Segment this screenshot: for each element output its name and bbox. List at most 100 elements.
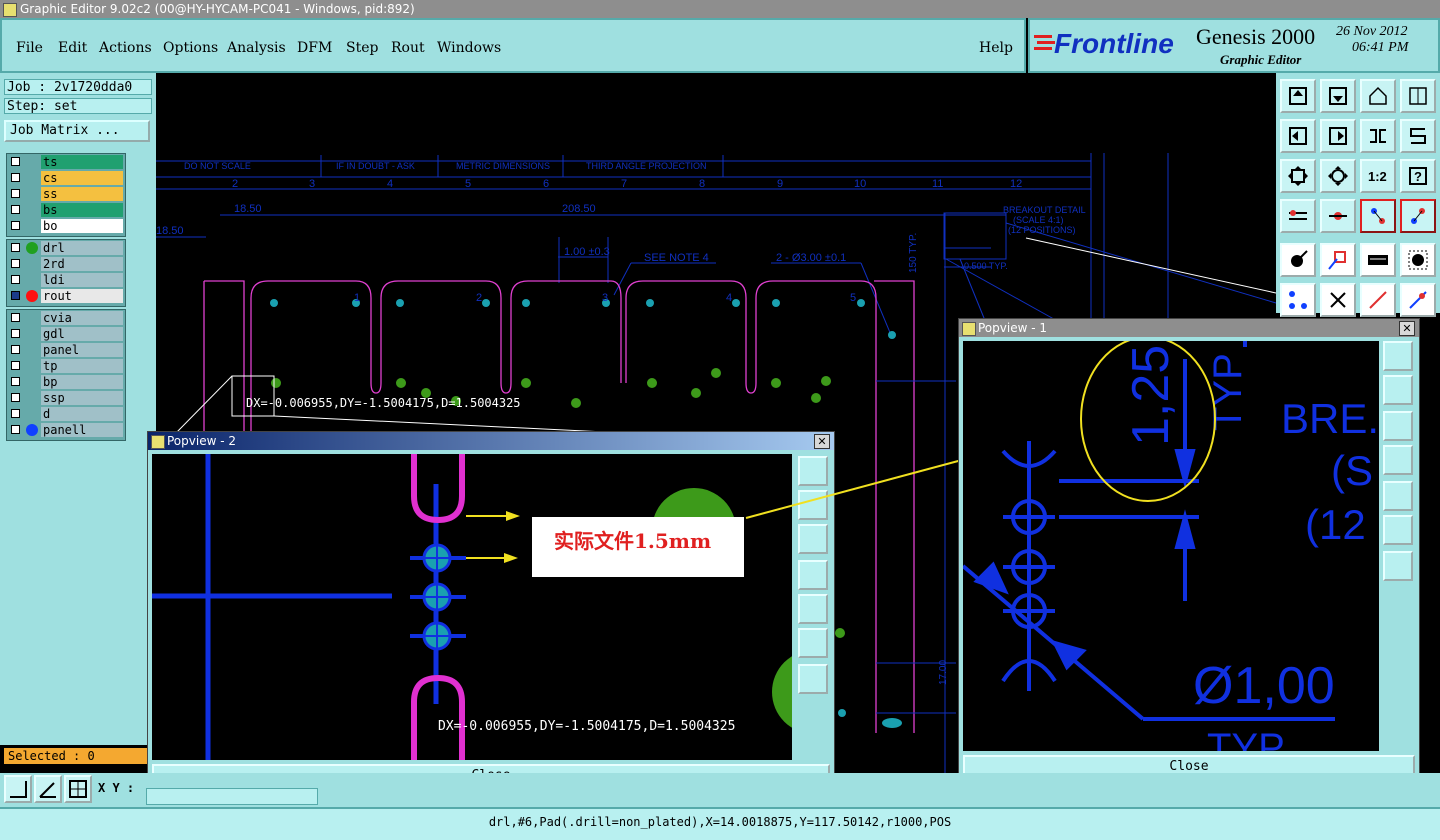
layer-row-bs[interactable]: bs xyxy=(7,202,125,218)
menu-dfm[interactable]: DFM xyxy=(297,40,332,56)
layer-name[interactable]: d xyxy=(41,407,123,421)
tool-select-pad-button[interactable] xyxy=(1400,243,1436,277)
layer-row-tp[interactable]: tp xyxy=(7,358,125,374)
popview-1-right-button[interactable] xyxy=(1383,481,1413,511)
layer-row-cvia[interactable]: cvia xyxy=(7,310,125,326)
layer-row-2rd[interactable]: 2rd xyxy=(7,256,125,272)
popview-1-window[interactable]: Popview - 1 ✕ 1,25 TYP BRE. (S (12 Ø1,00… xyxy=(958,318,1420,786)
layer-checkbox[interactable] xyxy=(11,173,20,182)
layer-checkbox[interactable] xyxy=(11,189,20,198)
layer-name[interactable]: ss xyxy=(41,187,123,201)
layer-checkbox[interactable] xyxy=(11,377,20,386)
popview-1-fit-button[interactable] xyxy=(1383,515,1413,545)
menu-analysis[interactable]: Analysis xyxy=(227,40,286,56)
popview-1-zoom-button[interactable] xyxy=(1383,341,1413,371)
layer-checkbox[interactable] xyxy=(11,425,20,434)
layer-row-bp[interactable]: bp xyxy=(7,374,125,390)
layer-row-gdl[interactable]: gdl xyxy=(7,326,125,342)
layer-checkbox[interactable] xyxy=(11,221,20,230)
layer-name[interactable]: panell xyxy=(41,423,123,437)
popview-2-center-button[interactable] xyxy=(798,664,828,694)
menu-actions[interactable]: Actions xyxy=(99,40,152,56)
popview-1-center-button[interactable] xyxy=(1383,551,1413,581)
tool-connect-alt-button[interactable] xyxy=(1400,199,1436,233)
tool-pan-right-button[interactable] xyxy=(1320,119,1356,153)
popview-1-up-button[interactable] xyxy=(1383,375,1413,405)
layer-row-ts[interactable]: ts xyxy=(7,154,125,170)
angle-toggle-button[interactable] xyxy=(34,775,62,803)
layer-checkbox[interactable] xyxy=(11,205,20,214)
popview-1-canvas[interactable]: 1,25 TYP BRE. (S (12 Ø1,00 TYP xyxy=(963,341,1379,751)
tool-page-up-button[interactable] xyxy=(1280,79,1316,113)
tool-route-button[interactable] xyxy=(1280,283,1316,317)
tool-home-button[interactable] xyxy=(1360,79,1396,113)
menu-rout[interactable]: Rout xyxy=(391,40,425,56)
menu-edit[interactable]: Edit xyxy=(58,40,87,56)
popview-2-down-button[interactable] xyxy=(798,524,828,554)
popview-1-left-button[interactable] xyxy=(1383,445,1413,475)
layer-checkbox[interactable] xyxy=(11,409,20,418)
popview-1-down-button[interactable] xyxy=(1383,411,1413,441)
layer-name[interactable]: bp xyxy=(41,375,123,389)
tool-wrench-button[interactable] xyxy=(1280,199,1316,233)
tool-add-pad-button[interactable] xyxy=(1280,243,1316,277)
tool-mirror-button[interactable] xyxy=(1360,119,1396,153)
close-icon[interactable]: ✕ xyxy=(1399,321,1415,336)
menu-options[interactable]: Options xyxy=(163,40,218,56)
tool-help-button[interactable]: ? xyxy=(1400,159,1436,193)
layer-checkbox[interactable] xyxy=(11,259,20,268)
tool-zoom-fit-button[interactable] xyxy=(1280,159,1316,193)
popview-2-fit-button[interactable] xyxy=(798,628,828,658)
layer-checkbox[interactable] xyxy=(11,291,20,300)
popview-2-window[interactable]: Popview - 2 ✕ DX=-0.006955,DY=-1.5004175… xyxy=(147,431,835,793)
tool-line-button[interactable] xyxy=(1360,283,1396,317)
layer-name[interactable]: cvia xyxy=(41,311,123,325)
layer-name[interactable]: gdl xyxy=(41,327,123,341)
layer-checkbox[interactable] xyxy=(11,393,20,402)
layer-name[interactable]: cs xyxy=(41,171,123,185)
popview-2-title-bar[interactable]: Popview - 2 ✕ xyxy=(148,432,834,450)
layer-row-cs[interactable]: cs xyxy=(7,170,125,186)
menu-file[interactable]: File xyxy=(16,40,43,56)
layer-row-ldi[interactable]: ldi xyxy=(7,272,125,288)
tool-window-button[interactable] xyxy=(1400,79,1436,113)
layer-row-drl[interactable]: drl xyxy=(7,240,125,256)
xy-coordinate-field[interactable] xyxy=(146,788,318,805)
layer-name[interactable]: bs xyxy=(41,203,123,217)
tool-zoom-1to2-button[interactable]: 1:2 xyxy=(1360,159,1396,193)
menu-windows[interactable]: Windows xyxy=(437,40,501,56)
grid-toggle-button[interactable] xyxy=(64,775,92,803)
layer-checkbox[interactable] xyxy=(11,329,20,338)
layer-checkbox[interactable] xyxy=(11,313,20,322)
job-matrix-button[interactable]: Job Matrix ... xyxy=(4,120,150,142)
popview-2-left-button[interactable] xyxy=(798,560,828,590)
layer-row-ssp[interactable]: ssp xyxy=(7,390,125,406)
layer-checkbox[interactable] xyxy=(11,157,20,166)
snap-toggle-button[interactable] xyxy=(4,775,32,803)
layer-name[interactable]: tp xyxy=(41,359,123,373)
popview-2-canvas[interactable]: DX=-0.006955,DY=-1.5004175,D=1.5004325 xyxy=(152,454,792,760)
menu-step[interactable]: Step xyxy=(346,40,378,56)
layer-row-panel[interactable]: panel xyxy=(7,342,125,358)
layer-checkbox[interactable] xyxy=(11,361,20,370)
tool-pan-left-button[interactable] xyxy=(1280,119,1316,153)
layer-row-panell[interactable]: panell xyxy=(7,422,125,438)
tool-polygon-button[interactable] xyxy=(1320,243,1356,277)
tool-snake-button[interactable] xyxy=(1400,119,1436,153)
tool-arc-button[interactable] xyxy=(1400,283,1436,317)
tool-ruler-button[interactable] xyxy=(1360,243,1396,277)
layer-name[interactable]: rout xyxy=(41,289,123,303)
tool-zoom-center-button[interactable] xyxy=(1320,159,1356,193)
tool-snap-button[interactable] xyxy=(1320,199,1356,233)
layer-row-ss[interactable]: ss xyxy=(7,186,125,202)
layer-name[interactable]: drl xyxy=(41,241,123,255)
layer-name[interactable]: ts xyxy=(41,155,123,169)
layer-name[interactable]: ldi xyxy=(41,273,123,287)
tool-page-down-button[interactable] xyxy=(1320,79,1356,113)
layer-checkbox[interactable] xyxy=(11,275,20,284)
menu-help[interactable]: Help xyxy=(979,40,1013,56)
layer-checkbox[interactable] xyxy=(11,345,20,354)
layer-checkbox[interactable] xyxy=(11,243,20,252)
tool-connect-button[interactable] xyxy=(1360,199,1396,233)
layer-name[interactable]: 2rd xyxy=(41,257,123,271)
